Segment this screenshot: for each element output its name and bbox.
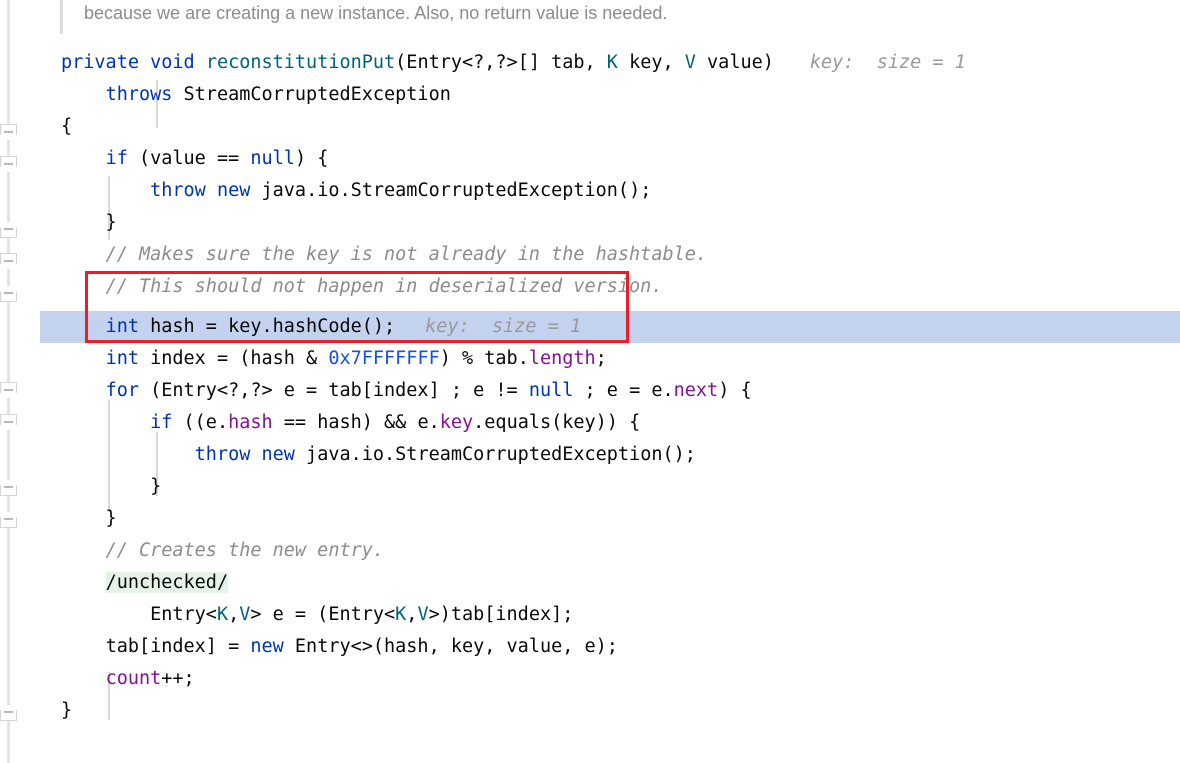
token-keyword-null: null (250, 148, 295, 169)
token-unchecked-annotation: /unchecked/ (105, 572, 229, 593)
token-text: hash = key.hashCode(); (138, 316, 396, 337)
token-keyword-new: new (216, 180, 251, 201)
token-keyword-private: private (61, 52, 139, 73)
code-line-2[interactable]: throws StreamCorruptedException (0, 79, 1180, 111)
token-type-K: K (216, 604, 229, 625)
code-line-20[interactable]: count++; (0, 663, 1180, 695)
token-keyword-null: null (528, 380, 574, 401)
code-line-13[interactable]: throw new java.io.StreamCorruptedExcepti… (0, 439, 1180, 471)
token-text: >)tab[index]; (428, 604, 574, 625)
token-text: (Entry<?,?> e = tab[index] ; e != (138, 380, 529, 401)
token-comment: // Makes sure the key is not already in … (105, 244, 708, 265)
token-text: ; (595, 348, 607, 369)
token-text: Entry< (150, 604, 217, 625)
token-params-2: key, (617, 52, 685, 73)
token-keyword-throws: throws (105, 84, 173, 105)
token-text: , (406, 604, 418, 625)
token-text: > e = (Entry< (250, 604, 396, 625)
token-keyword-throw: throw (150, 180, 206, 201)
code-line-15[interactable]: } (0, 503, 1180, 535)
token-keyword-void: void (150, 52, 195, 73)
token-text: , (228, 604, 240, 625)
token-text: ((e. (172, 412, 229, 433)
code-line-16[interactable]: // Creates the new entry. (0, 535, 1180, 567)
token-text: tab[index] = (105, 636, 251, 657)
token-keyword-throw: throw (194, 444, 251, 465)
token-keyword-new: new (261, 444, 295, 465)
inlay-hint-hash-line[interactable]: key: size = 1 (395, 316, 581, 337)
code-line-1[interactable]: private void reconstitutionPut(Entry<?,?… (0, 47, 1180, 79)
token-field-hash: hash (228, 412, 273, 433)
code-line-18[interactable]: Entry<K,V> e = (Entry<K,V>)tab[index]; (0, 599, 1180, 631)
token-text: ) { (294, 148, 329, 169)
code-line-11[interactable]: for (Entry<?,?> e = tab[index] ; e != nu… (0, 375, 1180, 407)
code-line-19[interactable]: tab[index] = new Entry<>(hash, key, valu… (0, 631, 1180, 663)
token-field-next: next (673, 380, 719, 401)
token-text: java.io.StreamCorruptedException(); (250, 180, 652, 201)
token-comment: // Creates the new entry. (105, 540, 385, 561)
token-text: == hash) && e. (272, 412, 440, 433)
token-method-name: reconstitutionPut (205, 52, 396, 73)
code-editor[interactable]: because we are creating a new instance. … (0, 0, 1180, 763)
token-text: ) { (718, 380, 752, 401)
token-text: index = (hash & (138, 348, 329, 369)
token-keyword-int: int (105, 348, 139, 369)
token-text: ; e = e. (573, 380, 674, 401)
token-text: .equals(key)) { (473, 412, 641, 433)
doc-comment-line: because we are creating a new instance. … (84, 3, 668, 23)
code-line-21[interactable]: } (0, 695, 1180, 727)
code-line-5[interactable]: throw new java.io.StreamCorruptedExcepti… (0, 175, 1180, 207)
token-keyword-for: for (105, 380, 139, 401)
code-line-7[interactable]: // Makes sure the key is not already in … (0, 239, 1180, 271)
token-field-length: length (528, 348, 596, 369)
token-number-hexmask: 0x7FFFFFFF (328, 348, 440, 369)
token-field-count: count (105, 668, 162, 689)
token-text: Entry<>(hash, key, value, e); (283, 636, 618, 657)
code-line-3[interactable]: { (0, 111, 1180, 143)
token-type-V: V (417, 604, 429, 625)
token-type-K: K (606, 52, 618, 73)
token-text: (value == (127, 148, 251, 169)
code-line-14[interactable]: } (0, 471, 1180, 503)
token-keyword-int: int (105, 316, 139, 337)
token-keyword-if: if (150, 412, 173, 433)
token-text: java.io.StreamCorruptedException(); (294, 444, 696, 465)
token-exception-type: StreamCorruptedException (172, 84, 451, 105)
token-keyword-if: if (105, 148, 128, 169)
token-comment: // This should not happen in deserialize… (105, 276, 663, 297)
code-line-17[interactable]: /unchecked/ (0, 567, 1180, 599)
token-params-3: value) (695, 52, 774, 73)
token-type-K: K (395, 604, 407, 625)
token-field-key: key (439, 412, 474, 433)
token-params-1: (Entry<?,?>[] tab, (395, 52, 607, 73)
token-type-V: V (239, 604, 251, 625)
code-text-area[interactable]: because we are creating a new instance. … (0, 0, 1180, 763)
code-line-10[interactable]: int index = (hash & 0x7FFFFFFF) % tab.le… (0, 343, 1180, 375)
token-type-V: V (684, 52, 696, 73)
inlay-hint-signature[interactable]: key: size = 1 (774, 52, 966, 73)
code-line-4[interactable]: if (value == null) { (0, 143, 1180, 175)
token-keyword-new: new (250, 636, 284, 657)
code-line-9[interactable]: int hash = key.hashCode(); key: size = 1 (0, 311, 1180, 343)
code-line-8[interactable]: // This should not happen in deserialize… (0, 271, 1180, 303)
code-line-6[interactable]: } (0, 207, 1180, 239)
token-text: ) % tab. (439, 348, 529, 369)
token-text: ++; (161, 668, 195, 689)
code-line-12[interactable]: if ((e.hash == hash) && e.key.equals(key… (0, 407, 1180, 439)
